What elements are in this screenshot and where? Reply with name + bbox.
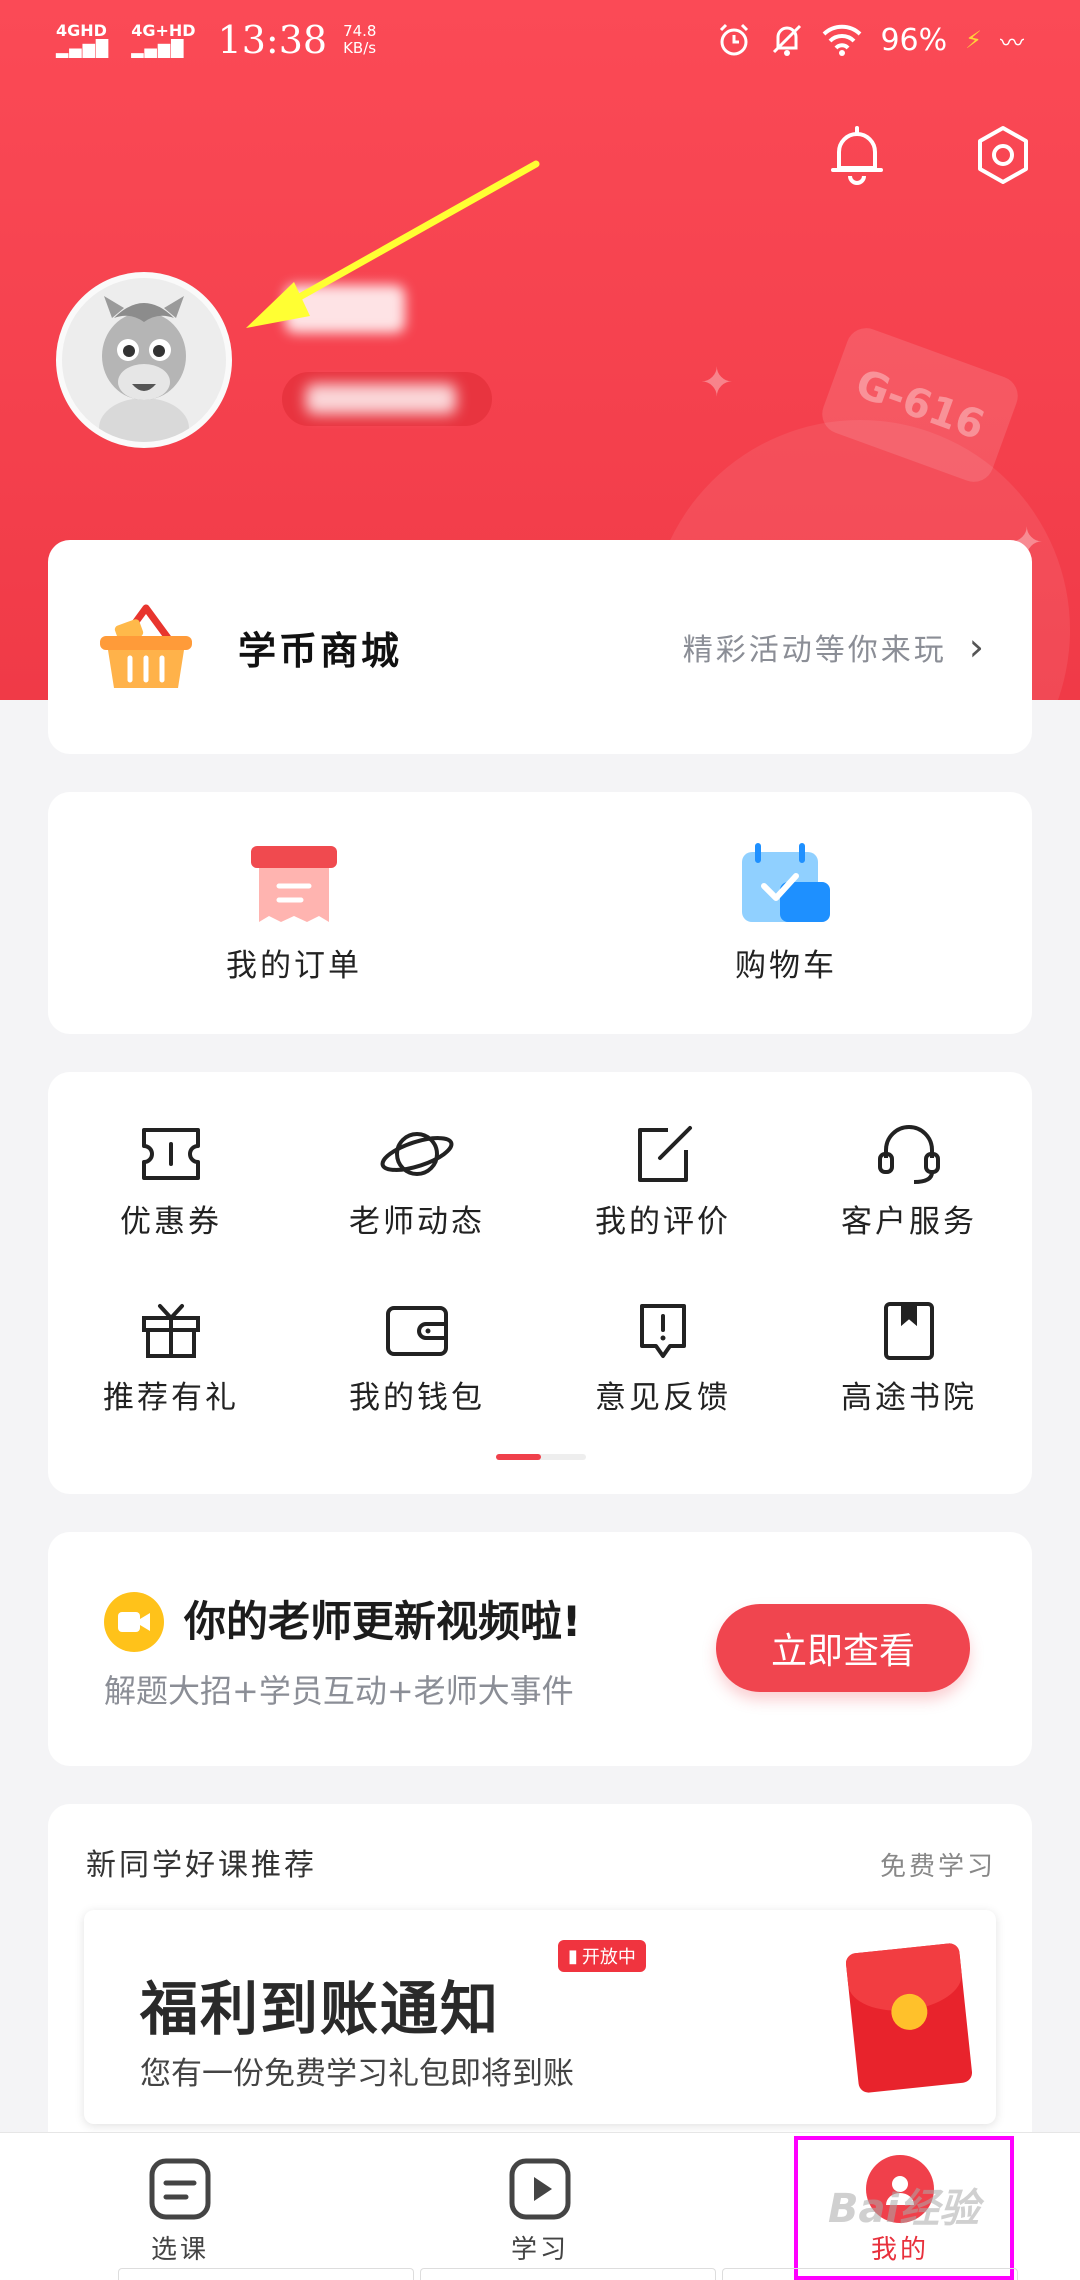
settings-button[interactable] [968,120,1038,190]
decor-star-icon: ✦ [700,360,734,406]
my-reviews-button[interactable]: 我的评价 [540,1122,786,1241]
teacher-news-button[interactable]: 老师动态 [294,1122,540,1241]
view-now-button[interactable]: 立即查看 [716,1604,970,1692]
battery-percent: 96% [880,22,948,58]
alarm-icon [720,23,749,56]
status-bar: 4GHD ▂▄▆█ 4G+HD ▂▄▆█ 13:38 74.8 KB/s 96%… [0,0,1080,80]
banner-subtitle: 您有一份免费学习礼包即将到账 [140,2056,574,2092]
red-envelope-icon [844,1942,974,2094]
notification-button[interactable] [822,120,892,190]
orders-card: 我的订单 购物车 [48,792,1032,1034]
play-icon [509,2158,571,2220]
teacher-video-card[interactable]: 你的老师更新视频啦! 解题大招+学员互动+老师大事件 立即查看 [48,1532,1032,1766]
feedback-label: 意见反馈 [595,1380,731,1416]
wallet-icon [386,1306,448,1356]
referral-gift-button[interactable]: 推荐有礼 [48,1298,294,1417]
ticket-icon [142,1128,200,1180]
shopping-cart-button[interactable]: 购物车 [540,792,1032,1034]
referral-gift-label: 推荐有礼 [103,1380,239,1416]
open-status-badge: ▮ 开放中 [558,1940,646,1972]
signal-bars-icon: ▂▄▆█ [56,39,110,58]
signal-1: 4GHD ▂▄▆█ [56,22,109,58]
coupon-button[interactable]: 优惠券 [48,1122,294,1241]
speed-value: 74.8 [343,22,377,40]
courses-icon [149,2158,211,2220]
charging-icon: ⚡ [965,26,982,54]
page-indicator [496,1454,586,1460]
coin-mall-title: 学币商城 [238,628,403,673]
my-reviews-label: 我的评价 [595,1204,731,1240]
feedback-icon [640,1304,686,1358]
chevron-right-icon: › [968,625,984,669]
coin-mall-card[interactable]: 学币商城 精彩活动等你来玩 › [48,540,1032,754]
clock: 13:38 [217,18,328,62]
my-orders-label: 我的订单 [226,947,362,984]
teacher-video-title: 你的老师更新视频啦! [184,1597,582,1646]
services-row-1: 优惠券 老师动态 我的评价 客户服务 [48,1122,1032,1241]
gaotu-academy-button[interactable]: 高途书院 [786,1298,1032,1417]
customer-service-label: 客户服务 [841,1204,977,1240]
welfare-banner[interactable]: 福利到账通知 ▮ 开放中 您有一份免费学习礼包即将到账 [84,1910,996,2124]
signal-bars-icon: ▂▄▆█ [131,39,185,58]
edit-icon [638,1126,692,1182]
recommend-title: 新同学好课推荐 [86,1848,317,1883]
teacher-news-label: 老师动态 [349,1204,485,1240]
status-icons: 96% ⚡ 〰 [716,22,1024,58]
live-bars-icon: ▮ [568,1945,578,1967]
shopping-cart-label: 购物车 [735,947,837,984]
order-receipt-icon [251,845,337,922]
system-nav-edge [118,2268,1018,2280]
book-icon [884,1302,934,1360]
network-speed: 74.8 KB/s [343,23,376,57]
coupon-label: 优惠券 [120,1204,222,1240]
my-wallet-button[interactable]: 我的钱包 [294,1298,540,1417]
gaotu-academy-label: 高途书院 [841,1380,977,1416]
customer-service-button[interactable]: 客户服务 [786,1122,1032,1241]
services-grid-card: 优惠券 老师动态 我的评价 客户服务 推荐有礼 我的钱包 意见反馈 高途书院 [48,1072,1032,1494]
video-camera-icon [104,1592,164,1652]
coin-mall-subtitle: 精彩活动等你来玩 [682,633,947,668]
my-orders-button[interactable]: 我的订单 [48,792,540,1034]
watermark: Bai经验 [828,2186,980,2232]
teacher-video-subtitle: 解题大招+学员互动+老师大事件 [104,1672,574,1710]
tab-courses-label: 选课 [150,2235,209,2265]
banner-title: 福利到账通知 [140,1975,501,2043]
speed-unit: KB/s [343,39,377,57]
wifi-icon [823,24,862,56]
my-wallet-label: 我的钱包 [349,1380,485,1416]
bell-icon [831,126,883,185]
rainbow-icon: 〰 [1000,28,1024,57]
signal-2-label: 4G+HD [131,21,196,40]
tab-study-label: 学习 [510,2235,569,2265]
user-id-pill [282,372,492,426]
shopping-cart-icon [742,842,830,922]
free-learning-link[interactable]: 免费学习 [880,1846,996,1883]
feedback-button[interactable]: 意见反馈 [540,1298,786,1417]
signal-2: 4G+HD ▂▄▆█ [131,22,195,58]
headset-icon [878,1125,940,1184]
avatar[interactable] [56,272,232,448]
tab-study[interactable]: 学习 [360,2133,720,2280]
page-indicator-active [496,1454,541,1460]
tab-courses[interactable]: 选课 [0,2133,360,2280]
services-row-2: 推荐有礼 我的钱包 意见反馈 高途书院 [48,1298,1032,1417]
user-id-redacted [306,384,456,414]
signal-1-label: 4GHD [56,21,107,40]
gift-icon [142,1304,200,1358]
shopping-basket-icon [100,604,192,688]
annotation-arrow-icon [246,160,540,328]
planet-icon [380,1132,454,1176]
open-status-label: 开放中 [581,1947,636,1968]
horse-mascot-icon [99,296,189,442]
gear-icon [978,126,1028,184]
mute-icon [773,24,802,56]
